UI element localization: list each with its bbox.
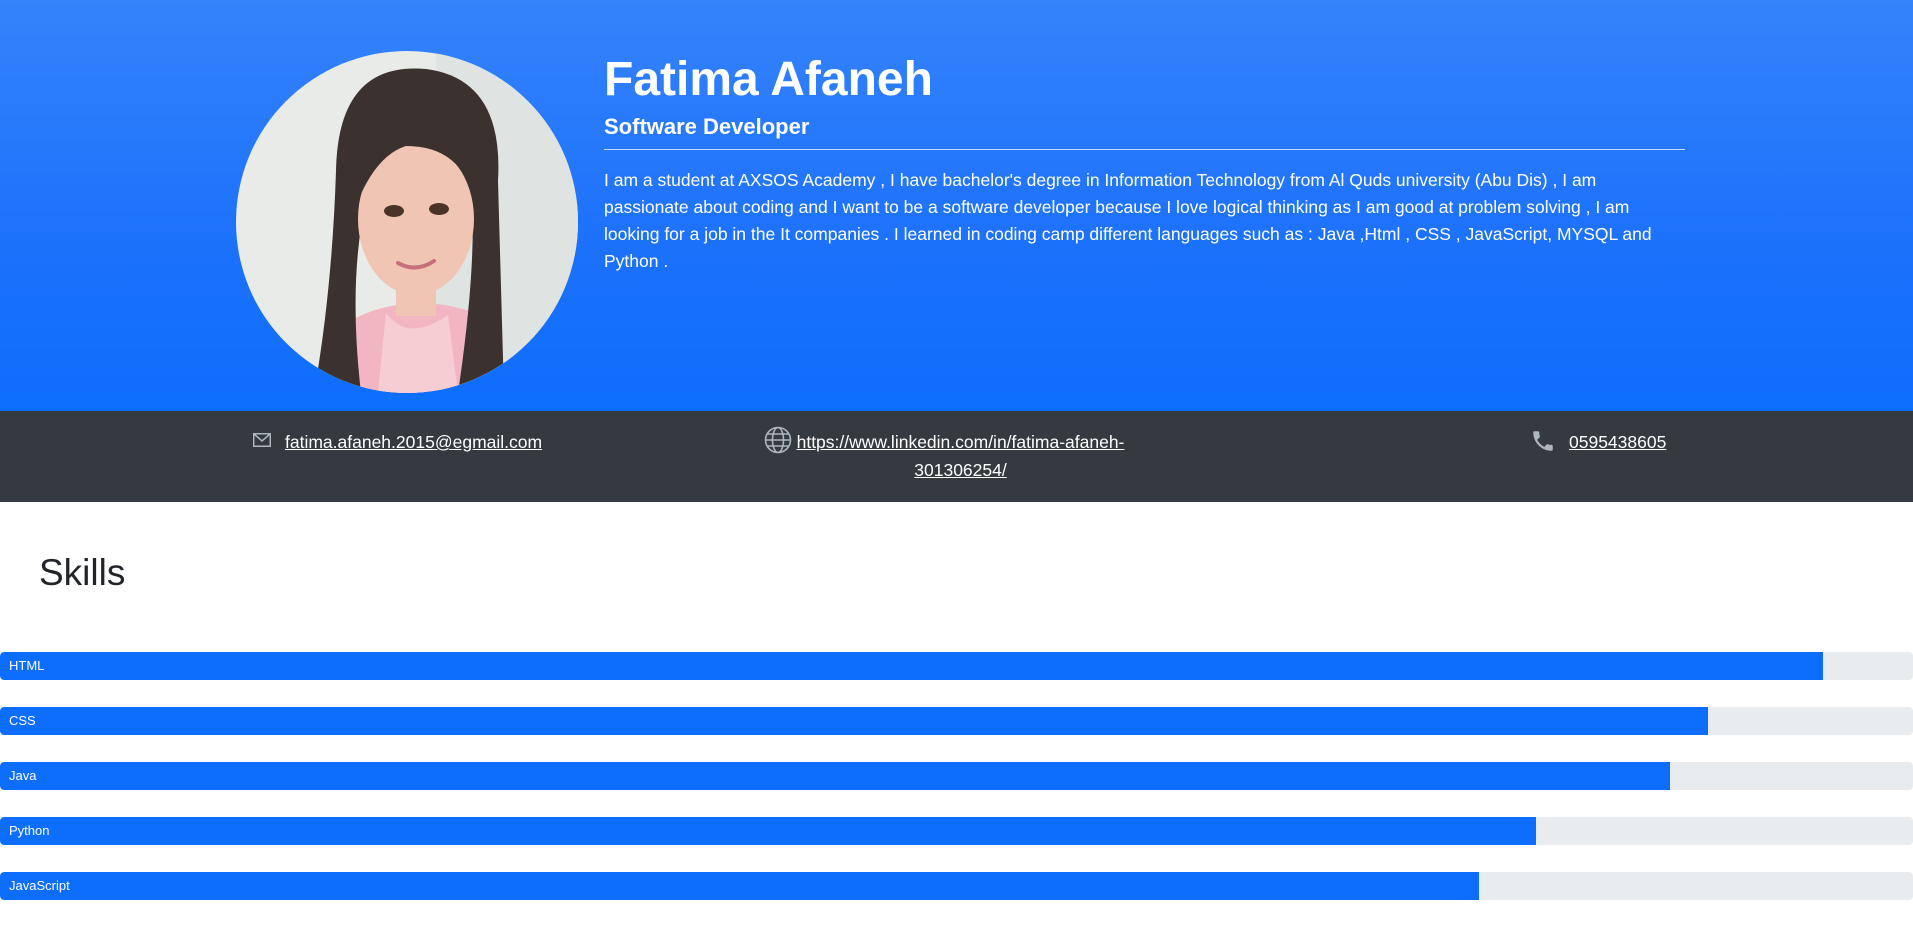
phone-link[interactable]: 0595438605 — [1569, 432, 1666, 452]
profile-bio: I am a student at AXSOS Academy , I have… — [604, 170, 1652, 271]
skill-progress-bar: Python — [0, 817, 1913, 845]
envelope-icon — [253, 433, 271, 452]
skills-list: HTML CSS Java Python JavaScript — [0, 652, 1913, 927]
skills-heading: Skills — [39, 552, 126, 593]
email-link[interactable]: fatima.afaneh.2015@egmail.com — [285, 432, 542, 452]
skill-label: CSS — [9, 713, 36, 728]
profile-name: Fatima Afaneh — [604, 53, 933, 106]
skill-progress-fill: Python — [0, 817, 1537, 845]
skill-label: Java — [9, 768, 37, 783]
skill-label: HTML — [9, 658, 45, 673]
skill-progress-bar: Java — [0, 762, 1913, 790]
linkedin-link[interactable]: https://www.linkedin.com/in/fatima-afane… — [768, 428, 1153, 484]
skill-progress-fill: HTML — [0, 652, 1824, 680]
phone-icon — [1530, 428, 1556, 459]
skill-label: Python — [9, 823, 50, 838]
skill-progress-fill: Java — [0, 762, 1671, 790]
profile-header: Fatima Afaneh Software Developer I am a … — [0, 0, 1913, 411]
skill-progress-fill: CSS — [0, 707, 1709, 735]
skill-progress-fill: JavaScript — [0, 872, 1479, 900]
skill-progress-bar: HTML — [0, 652, 1913, 680]
skill-label: JavaScript — [9, 878, 70, 893]
profile-title: Software Developer — [604, 114, 810, 139]
skill-progress-bar: CSS — [0, 707, 1913, 735]
contact-bar: fatima.afaneh.2015@egmail.com https://ww… — [0, 411, 1913, 502]
contact-email: fatima.afaneh.2015@egmail.com — [285, 428, 542, 456]
contact-phone: 0595438605 — [1569, 428, 1666, 456]
profile-photo — [236, 51, 578, 393]
header-divider — [604, 149, 1685, 150]
contact-linkedin: https://www.linkedin.com/in/fatima-afane… — [768, 428, 1153, 484]
skill-progress-bar: JavaScript — [0, 872, 1913, 900]
